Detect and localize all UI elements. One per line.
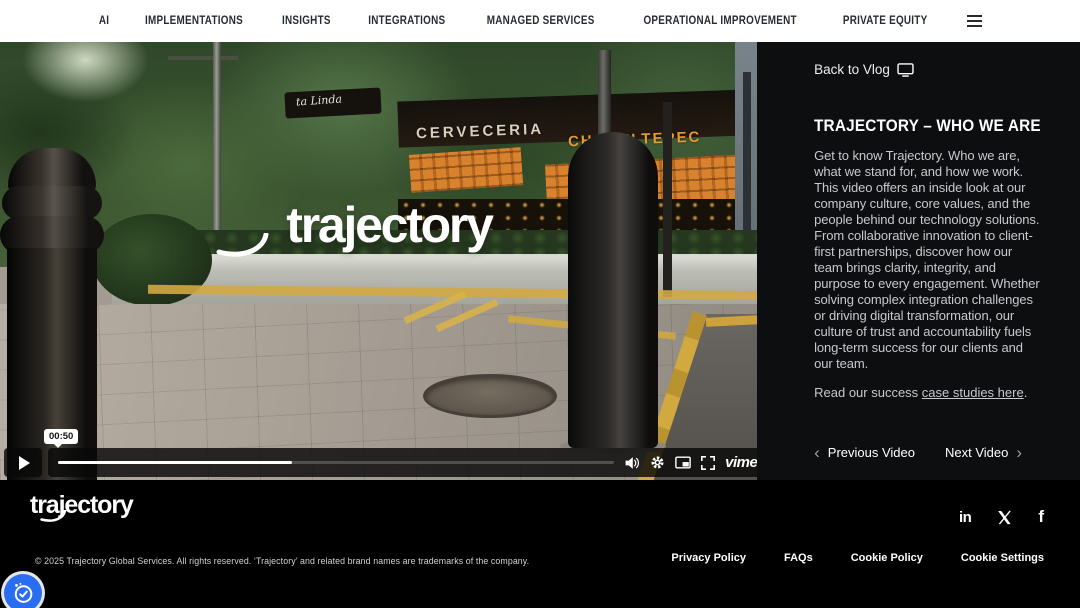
nav-item-integrations[interactable]: INTEGRATIONS	[368, 15, 445, 27]
nav-item-private-equity[interactable]: PRIVATE EQUITY	[843, 15, 928, 27]
x-twitter-icon[interactable]	[997, 510, 1012, 525]
accessibility-clock-icon	[10, 580, 36, 606]
previous-video-button[interactable]: ‹ Previous Video	[814, 444, 915, 461]
monitor-icon	[897, 63, 914, 77]
video-title: TRAJECTORY – WHO WE ARE	[814, 117, 1041, 136]
player-controls: vimeo	[0, 446, 757, 480]
read-more-line: Read our success case studies here.	[814, 385, 1058, 400]
footer-trajectory-logo[interactable]: trajectory	[30, 493, 133, 518]
progress-bar[interactable]	[58, 461, 614, 464]
logo-text: ectory	[64, 491, 132, 519]
logo-swoosh	[216, 233, 270, 261]
next-video-button[interactable]: Next Video ›	[945, 444, 1022, 461]
volume-icon[interactable]	[624, 456, 640, 470]
play-icon	[19, 456, 30, 470]
faqs-link[interactable]: FAQs	[784, 552, 813, 564]
scene-awning-left	[409, 147, 523, 193]
facebook-icon[interactable]: f	[1038, 507, 1044, 527]
read-suffix: .	[1024, 385, 1028, 400]
logo-text: tra	[286, 197, 343, 253]
accessibility-widget-button[interactable]	[4, 574, 42, 608]
privacy-policy-link[interactable]: Privacy Policy	[671, 552, 746, 564]
logo-j: j	[343, 197, 355, 253]
cookie-settings-link[interactable]: Cookie Settings	[961, 552, 1044, 564]
cookie-policy-link[interactable]: Cookie Policy	[851, 552, 923, 564]
control-bar: vimeo	[48, 448, 757, 477]
copyright-text: © 2025 Trajectory Global Services. All r…	[35, 556, 529, 566]
picture-in-picture-icon[interactable]	[675, 456, 691, 469]
video-info-sidebar: Back to Vlog TRAJECTORY – WHO WE ARE Get…	[757, 42, 1080, 480]
footer-links: Privacy Policy FAQs Cookie Policy Cookie…	[671, 552, 1044, 564]
nav-item-operational-improvement[interactable]: OPERATIONAL IMPROVEMENT	[643, 15, 796, 27]
social-links: in f	[959, 507, 1044, 527]
progress-played	[58, 461, 292, 464]
previous-video-label: Previous Video	[828, 445, 915, 460]
play-button[interactable]	[4, 448, 42, 477]
logo-swoosh	[40, 510, 67, 524]
chevron-left-icon: ‹	[814, 444, 820, 461]
video-navigation: ‹ Previous Video Next Video ›	[814, 444, 1058, 461]
linkedin-icon[interactable]: in	[959, 509, 971, 526]
top-navigation: AI IMPLEMENTATIONS INSIGHTS INTEGRATIONS…	[0, 0, 1080, 42]
scene-bollard-right	[568, 132, 658, 448]
nav-item-ai[interactable]: AI	[99, 15, 109, 27]
read-prefix: Read our success	[814, 385, 922, 400]
hamburger-menu-icon[interactable]	[967, 15, 982, 27]
chevron-right-icon: ›	[1016, 444, 1022, 461]
video-description: Get to know Trajectory. Who we are, what…	[814, 148, 1042, 372]
vimeo-logo[interactable]: vimeo	[725, 454, 757, 471]
scene-dark-pole	[663, 102, 672, 297]
case-studies-link[interactable]: case studies here	[922, 385, 1024, 400]
trajectory-watermark-logo: trajectory	[196, 200, 582, 250]
next-video-label: Next Video	[945, 445, 1008, 460]
footer: trajectory in f © 2025 Trajectory Global…	[0, 480, 1080, 608]
scene-manhole-cover	[423, 374, 557, 418]
nav-item-implementations[interactable]: IMPLEMENTATIONS	[145, 15, 243, 27]
scene-window-slot	[743, 72, 751, 232]
video-player[interactable]: CERVECERIA CHAPULTEPEC ta Linda	[0, 42, 757, 480]
settings-gear-icon[interactable]	[650, 455, 665, 470]
bollard-ring	[2, 186, 102, 220]
time-tooltip: 00:50	[44, 429, 78, 444]
page: AI IMPLEMENTATIONS INSIGHTS INTEGRATIONS…	[0, 0, 1080, 608]
nav-item-managed-services[interactable]: MANAGED SERVICES	[487, 15, 595, 27]
scene-lamp-arm	[168, 56, 238, 60]
back-to-vlog-label: Back to Vlog	[814, 62, 890, 77]
fullscreen-icon[interactable]	[701, 456, 715, 470]
back-to-vlog-link[interactable]: Back to Vlog	[814, 62, 914, 77]
logo-text: ectory	[355, 197, 492, 253]
nav-item-insights[interactable]: INSIGHTS	[282, 15, 331, 27]
